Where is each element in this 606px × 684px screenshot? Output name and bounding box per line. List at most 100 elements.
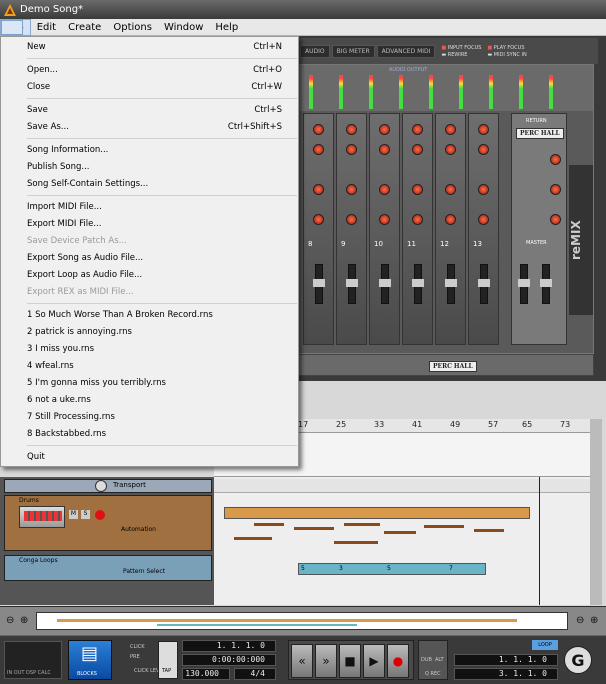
eq-knob[interactable] — [478, 214, 489, 225]
q-rec-button[interactable]: Q REC — [425, 671, 441, 677]
zoom-out-icon[interactable]: ⊖ — [576, 615, 584, 626]
tap-button[interactable]: TAP — [158, 641, 178, 679]
record-enable-button[interactable] — [95, 510, 105, 520]
aux-send-knob[interactable] — [346, 124, 357, 135]
eq-knob[interactable] — [478, 184, 489, 195]
click-toggle[interactable]: CLICK — [130, 644, 145, 650]
file-menu-item[interactable]: 5 I'm gonna miss you terribly.rns — [1, 375, 298, 391]
zoom-in-icon[interactable]: ⊕ — [590, 615, 598, 626]
aux-send-knob[interactable] — [412, 144, 423, 155]
channel-fader[interactable] — [346, 264, 358, 304]
file-menu-item[interactable]: Publish Song... — [1, 159, 298, 175]
file-menu-item[interactable]: Export Song as Audio File... — [1, 250, 298, 266]
track-drums[interactable]: Drums M S Automation — [4, 495, 212, 551]
drum-clip[interactable] — [224, 507, 530, 519]
aux-send-knob[interactable] — [478, 124, 489, 135]
aux-send-knob[interactable] — [478, 144, 489, 155]
aux-send-knob[interactable] — [412, 124, 423, 135]
eq-knob[interactable] — [445, 214, 456, 225]
aux-send-knob[interactable] — [313, 124, 324, 135]
loop-button[interactable]: LOOP — [532, 640, 558, 650]
file-menu-item[interactable]: Open... Ctrl+O — [1, 62, 298, 78]
conga-clip[interactable]: 5 3 5 7 — [298, 563, 486, 575]
loop-right-marker[interactable] — [539, 477, 540, 605]
eq-knob[interactable] — [445, 184, 456, 195]
pre-toggle[interactable]: PRE — [130, 654, 140, 660]
eq-knob[interactable] — [412, 184, 423, 195]
file-menu-item[interactable]: 4 wfeal.rns — [1, 358, 298, 374]
aux-send-knob[interactable] — [313, 144, 324, 155]
menu-options[interactable]: Options — [107, 19, 158, 36]
loop-left-display[interactable]: 1. 1. 1. 0 — [454, 654, 558, 666]
return-knob[interactable] — [550, 154, 561, 165]
file-menu-item[interactable]: 2 patrick is annoying.rns — [1, 324, 298, 340]
rack-advanced-midi-button[interactable]: ADVANCED MIDI — [376, 44, 436, 58]
channel-fader[interactable] — [313, 264, 325, 304]
input-focus-toggle[interactable]: INPUT FOCUS — [448, 45, 482, 51]
channel-fader[interactable] — [379, 264, 391, 304]
eq-knob[interactable] — [379, 184, 390, 195]
file-menu-item[interactable]: 7 Still Processing.rns — [1, 409, 298, 425]
channel-fader[interactable] — [478, 264, 490, 304]
song-time-display[interactable]: 0:00:00:000 — [182, 654, 276, 666]
play-button[interactable]: ▶ — [363, 644, 385, 678]
track-conga-loops[interactable]: Conga Loops Pattern Select — [4, 555, 212, 581]
stop-button[interactable]: ■ — [339, 644, 361, 678]
eq-knob[interactable] — [412, 214, 423, 225]
eq-knob[interactable] — [313, 184, 324, 195]
channel-fader[interactable] — [445, 264, 457, 304]
file-menu-item[interactable]: Close Ctrl+W — [1, 79, 298, 95]
master-fader[interactable] — [518, 264, 530, 304]
solo-button[interactable]: S — [81, 510, 90, 519]
track-lanes[interactable]: 5 3 5 7 — [214, 477, 590, 605]
menu-help[interactable]: Help — [209, 19, 244, 36]
track-transport[interactable]: Transport — [4, 479, 212, 493]
rack-audio-button[interactable]: AUDIO — [300, 44, 330, 58]
tempo-display[interactable]: 130.000 — [182, 668, 230, 680]
eq-knob[interactable] — [379, 214, 390, 225]
zoom-in-icon[interactable]: ⊕ — [20, 615, 28, 626]
aux-send-knob[interactable] — [445, 144, 456, 155]
file-menu-item[interactable]: Save As... Ctrl+Shift+S — [1, 119, 298, 135]
aux-send-knob[interactable] — [379, 144, 390, 155]
mute-button[interactable]: M — [69, 510, 78, 519]
file-menu-item[interactable]: Song Information... — [1, 142, 298, 158]
file-menu-item[interactable]: Export Loop as Audio File... — [1, 267, 298, 283]
file-menu-item[interactable]: Song Self-Contain Settings... — [1, 176, 298, 192]
play-focus-toggle[interactable]: PLAY FOCUS — [494, 45, 525, 51]
master-fader[interactable] — [540, 264, 552, 304]
aux-send-knob[interactable] — [445, 124, 456, 135]
alt-button[interactable]: ALT — [435, 657, 444, 663]
return-knob[interactable] — [550, 184, 561, 195]
fast-forward-button[interactable]: » — [315, 644, 337, 678]
file-menu-item[interactable]: New Ctrl+N — [1, 39, 298, 55]
menu-edit[interactable]: Edit — [31, 19, 62, 36]
eq-knob[interactable] — [346, 184, 357, 195]
eq-knob[interactable] — [346, 214, 357, 225]
song-position-display[interactable]: 1. 1. 1. 0 — [182, 640, 276, 652]
eq-knob[interactable] — [313, 214, 324, 225]
file-menu-item[interactable]: Quit — [1, 449, 298, 465]
aux-send-knob[interactable] — [346, 144, 357, 155]
rack-big-meter-button[interactable]: BIG METER — [331, 44, 375, 58]
file-menu-item[interactable]: 8 Backstabbed.rns — [1, 426, 298, 442]
file-menu-item[interactable]: 1 So Much Worse Than A Broken Record.rns — [1, 307, 298, 323]
return-knob[interactable] — [550, 214, 561, 225]
time-signature-display[interactable]: 4/4 — [234, 668, 276, 680]
aux-send-knob[interactable] — [379, 124, 390, 135]
blocks-button[interactable]: ▤ BLOCKS — [68, 640, 112, 680]
channel-fader[interactable] — [412, 264, 424, 304]
file-menu-item[interactable]: Save Ctrl+S — [1, 102, 298, 118]
file-menu-item[interactable]: Import MIDI File... — [1, 199, 298, 215]
overview-scroller[interactable] — [36, 612, 568, 630]
file-menu-item[interactable]: 3 I miss you.rns — [1, 341, 298, 357]
file-menu-item[interactable]: Export MIDI File... — [1, 216, 298, 232]
menu-window[interactable]: Window — [158, 19, 209, 36]
vertical-scrollbar[interactable] — [590, 419, 602, 605]
zoom-out-icon[interactable]: ⊖ — [6, 615, 14, 626]
menu-create[interactable]: Create — [62, 19, 107, 36]
file-menu-item[interactable]: 6 not a uke.rns — [1, 392, 298, 408]
dub-button[interactable]: DUB — [421, 657, 432, 663]
rewind-button[interactable]: « — [291, 644, 313, 678]
record-button[interactable]: ● — [387, 644, 409, 678]
